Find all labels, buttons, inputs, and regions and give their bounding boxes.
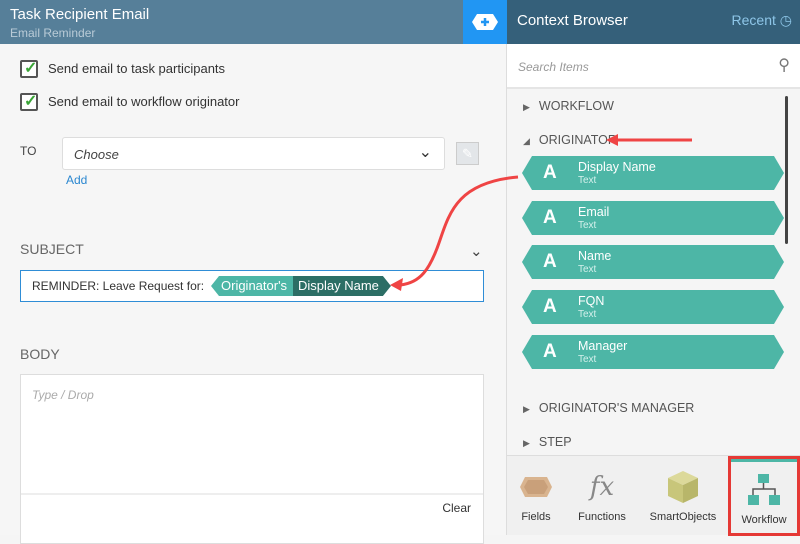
text-type-icon: A: [543, 162, 557, 183]
chevron-down-icon: ⌄: [418, 144, 432, 161]
search-placeholder: Search Items: [518, 60, 589, 74]
check-icon: ✓: [24, 93, 38, 110]
edit-button[interactable]: ✎: [456, 142, 479, 165]
item-name: Name: [578, 249, 612, 263]
chevron-down-icon[interactable]: ⌄: [470, 242, 483, 260]
context-header: Context Browser Recent ◷: [507, 0, 800, 44]
node-workflow[interactable]: ▶ WORKFLOW: [523, 99, 614, 113]
caret-down-icon: ◢: [523, 136, 530, 146]
context-tabs: Fields fx Functions SmartObjects Workflo…: [507, 455, 800, 536]
task-participants-checkbox[interactable]: ✓: [20, 60, 38, 78]
text-type-icon: A: [543, 341, 557, 362]
add-link[interactable]: Add: [66, 173, 87, 187]
node-originator[interactable]: ◢ ORIGINATOR: [523, 133, 617, 147]
recent-label: Recent: [731, 12, 776, 28]
workflow-originator-checkbox[interactable]: ✓: [20, 93, 38, 111]
recent-button[interactable]: Recent ◷: [732, 12, 792, 29]
subject-input[interactable]: REMINDER: Leave Request for: Originator'…: [20, 270, 484, 302]
item-type: Text: [578, 309, 597, 320]
node-label: STEP: [538, 435, 572, 449]
add-button[interactable]: [463, 0, 507, 44]
search-icon[interactable]: ⚲: [778, 55, 790, 75]
tab-label: Workflow: [741, 514, 787, 526]
node-originators-manager[interactable]: ▶ ORIGINATOR'S MANAGER: [523, 401, 694, 415]
subject-text: REMINDER: Leave Request for:: [32, 279, 205, 293]
node-label: ORIGINATOR'S MANAGER: [538, 401, 695, 415]
context-title: Context Browser: [517, 12, 628, 29]
tab-functions[interactable]: fx Functions: [565, 456, 639, 536]
plus-icon: [472, 14, 498, 30]
item-name: Manager: [578, 339, 628, 353]
clear-button[interactable]: Clear: [442, 501, 471, 515]
token-originator[interactable]: Originator's: [211, 276, 295, 296]
item-name: FQN: [578, 294, 605, 308]
editor-subtitle: Email Reminder: [10, 26, 96, 40]
tab-label: Fields: [521, 511, 551, 523]
fields-icon: [520, 477, 552, 497]
item-name[interactable]: A Name Text: [522, 245, 784, 279]
text-type-icon: A: [543, 296, 557, 317]
item-type: Text: [578, 175, 597, 186]
tab-label: SmartObjects: [649, 511, 717, 523]
item-type: Text: [578, 264, 597, 275]
cube-icon: [668, 471, 698, 503]
tab-label: Functions: [578, 511, 626, 523]
editor-header: Task Recipient Email Email Reminder: [0, 0, 463, 44]
to-label: TO: [20, 144, 37, 158]
check-icon: ✓: [24, 60, 38, 77]
divider: [21, 493, 483, 495]
tab-workflow[interactable]: Workflow: [728, 456, 800, 536]
caret-right-icon: ▶: [523, 102, 530, 112]
context-browser: Context Browser Recent ◷ Search Items ⚲ …: [507, 0, 800, 536]
text-type-icon: A: [543, 251, 557, 272]
editor-title: Task Recipient Email: [10, 6, 150, 23]
to-value: Choose: [74, 147, 119, 162]
item-fqn[interactable]: A FQN Text: [522, 290, 784, 324]
item-manager[interactable]: A Manager Text: [522, 335, 784, 369]
workflow-icon: [748, 474, 780, 505]
node-label: ORIGINATOR: [538, 133, 617, 147]
to-dropdown[interactable]: Choose ⌄: [62, 137, 445, 170]
item-type: Text: [578, 354, 597, 365]
item-type: Text: [578, 220, 597, 231]
tab-fields[interactable]: Fields: [507, 456, 565, 536]
body-placeholder: Type / Drop: [32, 388, 94, 402]
workflow-originator-label: Send email to workflow originator: [48, 94, 240, 109]
caret-right-icon: ▶: [523, 404, 530, 414]
tab-smartobjects[interactable]: SmartObjects: [639, 456, 727, 536]
text-type-icon: A: [543, 207, 557, 228]
node-step[interactable]: ▶ STEP: [523, 435, 572, 449]
subject-label: SUBJECT: [20, 241, 84, 257]
node-label: WORKFLOW: [538, 99, 614, 113]
clock-icon: ◷: [779, 12, 792, 28]
body-input[interactable]: Type / Drop Clear: [20, 374, 484, 544]
scrollbar[interactable]: [785, 96, 788, 244]
item-email[interactable]: A Email Text: [522, 201, 784, 235]
pencil-icon: ✎: [462, 145, 473, 161]
task-participants-label: Send email to task participants: [48, 61, 226, 76]
item-display-name[interactable]: A Display Name Text: [522, 156, 784, 190]
item-name: Display Name: [578, 160, 656, 174]
search-input[interactable]: Search Items ⚲: [507, 44, 800, 89]
fx-icon: fx: [589, 472, 615, 502]
email-editor-panel: Task Recipient Email Email Reminder ✓ Se…: [0, 0, 507, 544]
item-name: Email: [578, 205, 610, 219]
body-label: BODY: [20, 346, 60, 362]
token-display-name[interactable]: Display Name: [293, 276, 391, 296]
caret-right-icon: ▶: [523, 438, 530, 448]
